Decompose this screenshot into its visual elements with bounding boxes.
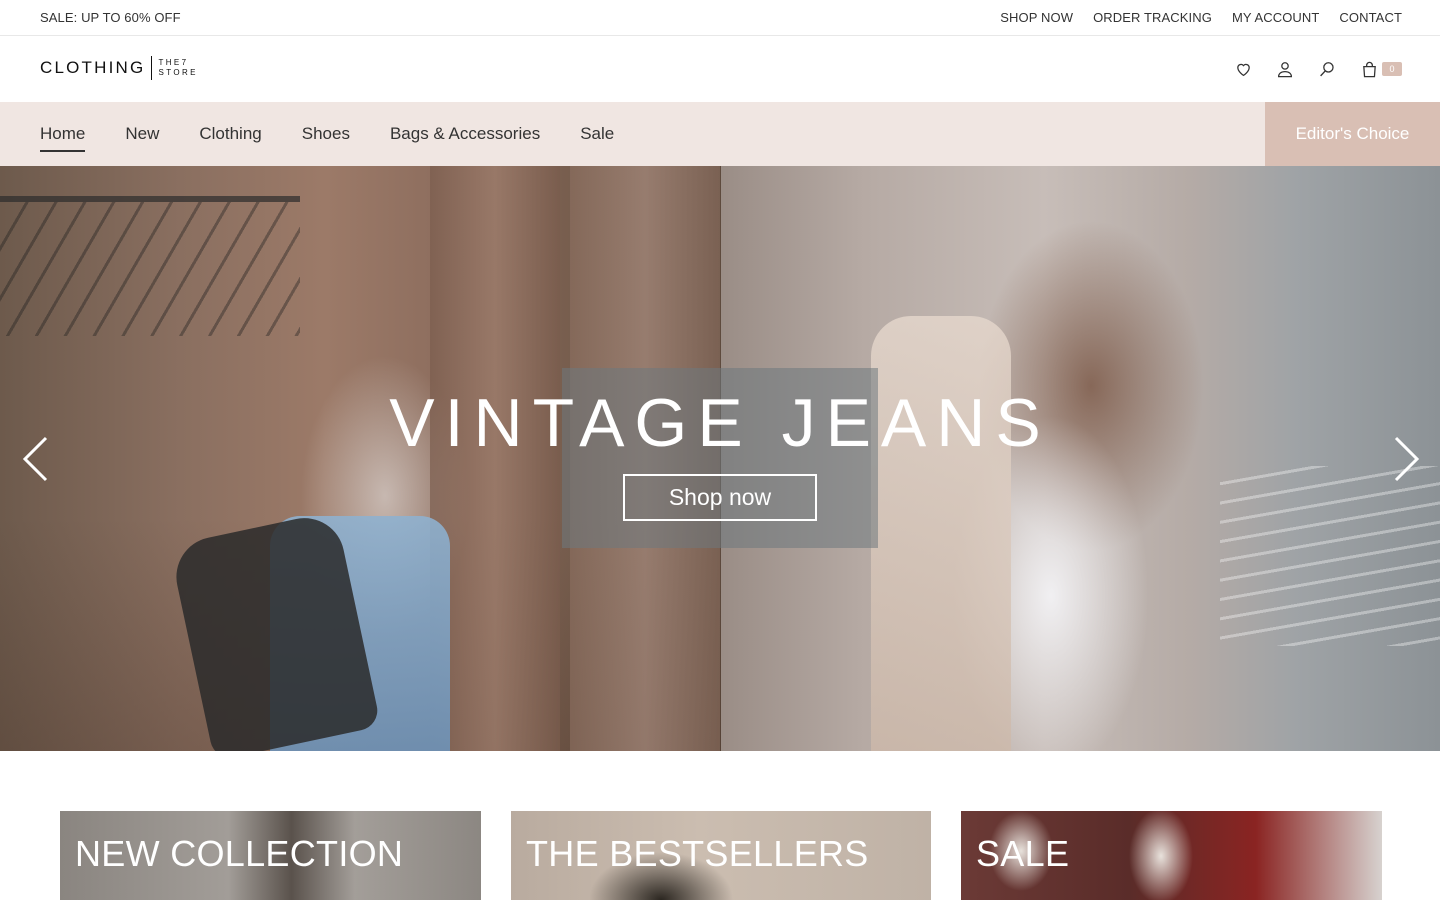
cart-count-badge: 0 <box>1382 62 1402 76</box>
nav-item-home[interactable]: Home <box>40 118 86 152</box>
chevron-right-icon[interactable] <box>1392 434 1422 484</box>
top-link-my-account[interactable]: MY ACCOUNT <box>1232 10 1319 25</box>
category-label: NEW COLLECTION <box>75 833 404 874</box>
site-header: CLOTHING THE7 STORE 0 <box>0 36 1440 102</box>
shop-now-button[interactable]: Shop now <box>623 474 817 521</box>
hero-title: VINTAGE JEANS <box>389 385 1051 461</box>
logo-sub-line1: THE7 <box>158 58 189 67</box>
top-link-contact[interactable]: CONTACT <box>1339 10 1402 25</box>
category-label: THE BESTSELLERS <box>526 833 869 874</box>
top-link-order-tracking[interactable]: ORDER TRACKING <box>1093 10 1212 25</box>
promo-text: SALE: UP TO 60% OFF <box>40 10 181 25</box>
cart[interactable]: 0 <box>1360 60 1402 78</box>
nav-item-shoes[interactable]: Shoes <box>302 118 350 150</box>
nav-item-sale[interactable]: Sale <box>580 118 614 150</box>
header-icons: 0 <box>1234 60 1402 78</box>
category-label: SALE <box>976 833 1070 874</box>
nav-items: Home New Clothing Shoes Bags & Accessori… <box>40 102 614 166</box>
top-link-shop-now[interactable]: SHOP NOW <box>1000 10 1073 25</box>
nav-item-bags-accessories[interactable]: Bags & Accessories <box>390 118 540 150</box>
search-icon[interactable] <box>1318 60 1336 78</box>
logo-sub: THE7 STORE <box>158 58 197 78</box>
main-nav: Home New Clothing Shoes Bags & Accessori… <box>0 102 1440 166</box>
logo-divider <box>151 56 153 80</box>
nav-item-clothing[interactable]: Clothing <box>199 118 261 150</box>
hero-slider: VINTAGE JEANS Shop now <box>0 166 1440 751</box>
site-logo[interactable]: CLOTHING THE7 STORE <box>40 56 198 80</box>
category-sale[interactable]: SALE <box>961 811 1382 900</box>
top-bar: SALE: UP TO 60% OFF SHOP NOW ORDER TRACK… <box>0 0 1440 36</box>
hero-right-railing <box>1220 466 1440 646</box>
heart-icon[interactable] <box>1234 60 1252 78</box>
bag-icon[interactable] <box>1360 60 1378 78</box>
hero-right-coat <box>871 316 1011 751</box>
category-bestsellers[interactable]: THE BESTSELLERS <box>511 811 931 900</box>
top-links: SHOP NOW ORDER TRACKING MY ACCOUNT CONTA… <box>1000 10 1402 25</box>
logo-sub-line2: STORE <box>158 68 198 77</box>
nav-item-new[interactable]: New <box>125 118 159 150</box>
user-icon[interactable] <box>1276 60 1294 78</box>
category-tiles: NEW COLLECTION THE BESTSELLERS SALE <box>0 811 1440 900</box>
category-new-collection[interactable]: NEW COLLECTION <box>60 811 481 900</box>
editors-choice-button[interactable]: Editor's Choice <box>1265 102 1440 166</box>
hero-left-awning <box>0 196 300 336</box>
logo-word: CLOTHING <box>40 58 146 77</box>
chevron-left-icon[interactable] <box>20 434 50 484</box>
